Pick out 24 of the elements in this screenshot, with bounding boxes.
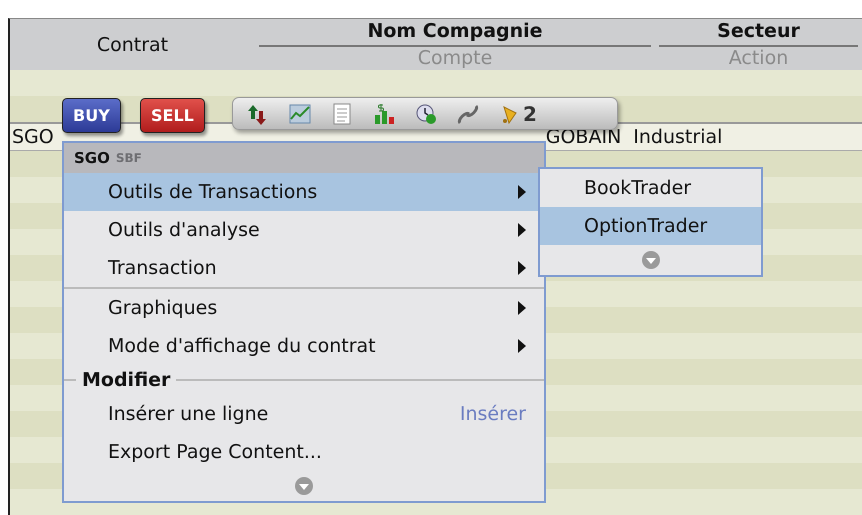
up-down-arrows-icon[interactable] bbox=[247, 102, 269, 124]
column-header[interactable]: Contrat bbox=[96, 34, 168, 56]
menu-exchange: SBF bbox=[116, 151, 142, 165]
column-header[interactable]: Secteur bbox=[717, 20, 800, 42]
dollar-bar-chart-icon[interactable] bbox=[373, 102, 395, 124]
chain-link-icon[interactable] bbox=[457, 102, 479, 124]
sell-button[interactable]: SELL bbox=[140, 98, 205, 133]
menu-item[interactable]: Graphiques bbox=[64, 289, 544, 327]
menu-symbol: SGO bbox=[74, 149, 110, 167]
shortcut-label: Insérer bbox=[460, 403, 526, 425]
scroll-down-icon[interactable] bbox=[294, 476, 314, 496]
line-chart-icon[interactable] bbox=[289, 102, 311, 124]
symbol-cell: SGO bbox=[12, 126, 54, 148]
menu-item[interactable]: Insérer une ligne Insérer bbox=[64, 395, 544, 433]
menu-item[interactable]: Export Page Content... bbox=[64, 433, 544, 471]
document-icon[interactable] bbox=[331, 102, 353, 124]
column-header[interactable]: Nom Compagnie bbox=[367, 20, 543, 42]
menu-item[interactable]: Mode d'affichage du contrat bbox=[64, 327, 544, 365]
buy-button[interactable]: BUY bbox=[62, 98, 121, 133]
clock-icon[interactable] bbox=[415, 102, 437, 124]
menu-section-title: Modifier bbox=[82, 369, 170, 391]
sector-cell: Industrial bbox=[633, 126, 722, 148]
scroll-down-icon[interactable] bbox=[640, 250, 660, 270]
menu-item[interactable]: OptionTrader bbox=[540, 207, 761, 245]
